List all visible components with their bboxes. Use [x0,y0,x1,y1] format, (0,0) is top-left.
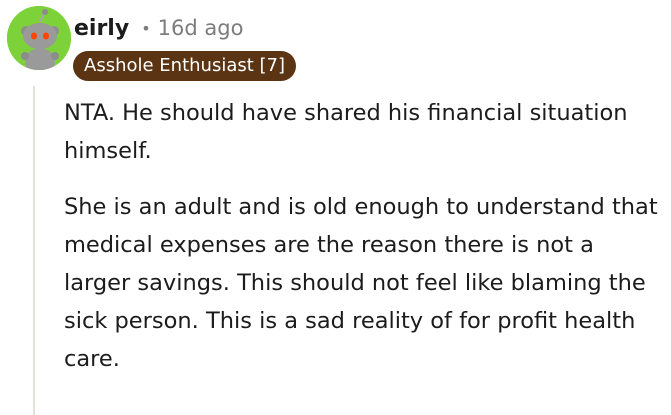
avatar[interactable] [7,6,71,70]
meta-separator: • [141,18,151,38]
comment-paragraph: NTA. He should have shared his financial… [64,100,628,164]
username-link[interactable]: eirly [74,16,129,41]
comment-body: NTA. He should have shared his financial… [64,94,664,378]
comment-paragraph: She is an adult and is old enough to und… [64,194,658,372]
comment-timestamp[interactable]: 16d ago [158,16,244,40]
user-flair-badge: Asshole Enthusiast [7] [73,51,297,81]
comment-header: eirly • 16d ago [74,12,243,44]
snoo-avatar-icon [7,6,71,70]
comment: eirly • 16d ago Asshole Enthusiast [7] N… [0,0,671,415]
thread-line[interactable] [33,86,35,415]
